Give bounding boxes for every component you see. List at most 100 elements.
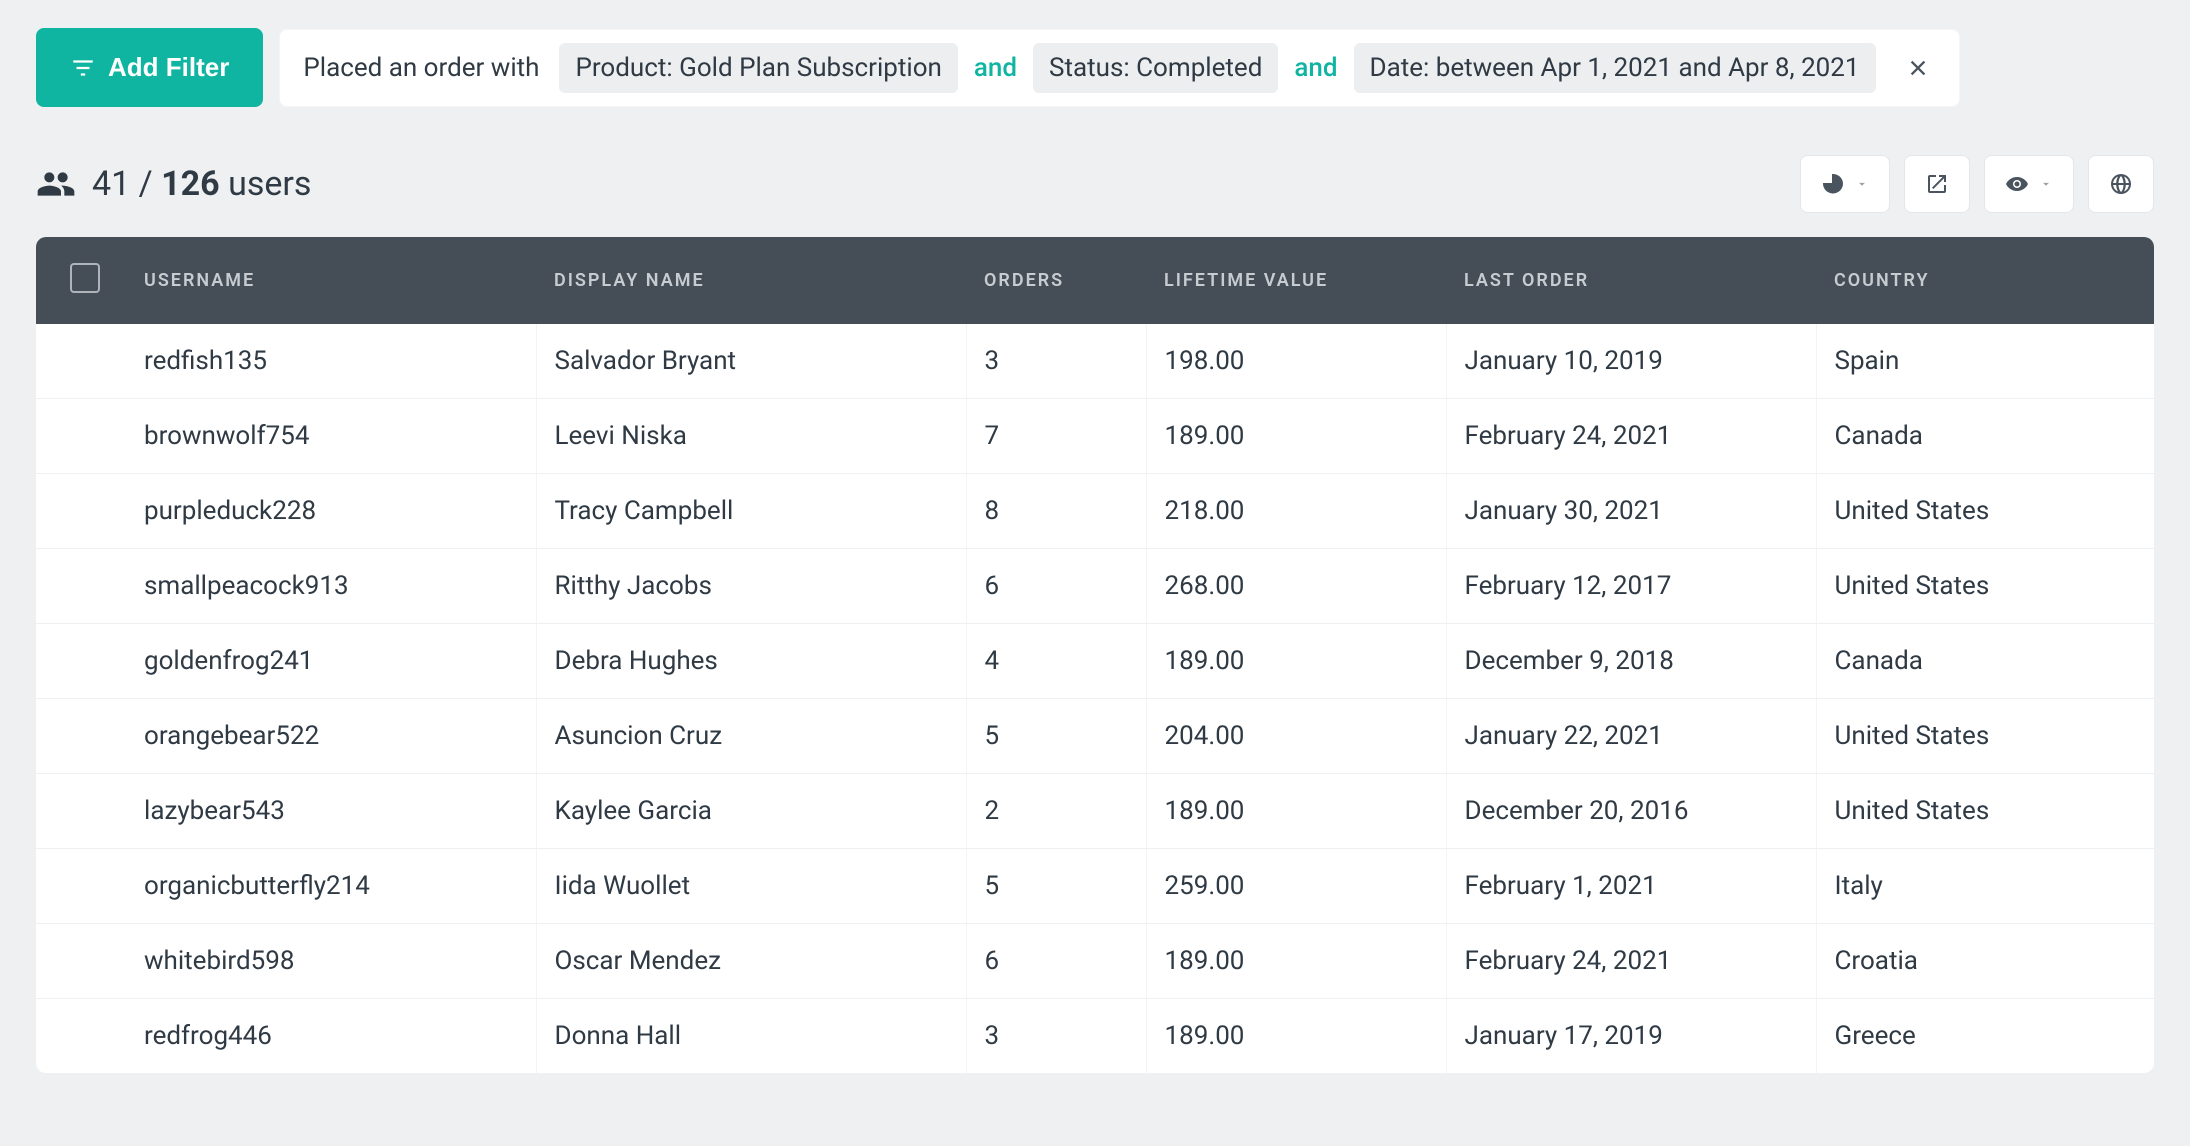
filter-joiner: and	[972, 53, 1019, 83]
cell-username[interactable]: lazybear543	[126, 774, 536, 849]
cell-country: Greece	[1816, 999, 2154, 1074]
cell-lifetime-value: 218.00	[1146, 474, 1446, 549]
cell-username[interactable]: purpleduck228	[126, 474, 536, 549]
clear-filter-button[interactable]	[1898, 48, 1938, 88]
cell-last-order: December 20, 2016	[1446, 774, 1816, 849]
header-country[interactable]: COUNTRY	[1816, 237, 2154, 324]
cell-username[interactable]: redfrog446	[126, 999, 536, 1074]
row-select-cell	[36, 699, 126, 774]
add-filter-label: Add Filter	[108, 52, 229, 83]
cell-country: Spain	[1816, 324, 2154, 399]
cell-lifetime-value: 189.00	[1146, 999, 1446, 1074]
cell-last-order: January 17, 2019	[1446, 999, 1816, 1074]
cell-orders: 6	[966, 924, 1146, 999]
cell-lifetime-value: 198.00	[1146, 324, 1446, 399]
cell-lifetime-value: 259.00	[1146, 849, 1446, 924]
cell-lifetime-value: 189.00	[1146, 399, 1446, 474]
cell-username[interactable]: goldenfrog241	[126, 624, 536, 699]
count-current: 41	[92, 164, 130, 204]
select-all-checkbox[interactable]	[70, 263, 100, 293]
select-all-header	[36, 237, 126, 324]
people-icon	[36, 164, 76, 204]
cell-display-name: Salvador Bryant	[536, 324, 966, 399]
username-text: orangebear522	[144, 721, 319, 751]
toolbar	[1800, 155, 2154, 213]
filter-chip-status[interactable]: Status: Completed	[1033, 43, 1278, 93]
cell-orders: 5	[966, 849, 1146, 924]
cell-country: Canada	[1816, 624, 2154, 699]
cell-display-name: Iida Wuollet	[536, 849, 966, 924]
table-row[interactable]: orangebear522Asuncion Cruz5204.00January…	[36, 699, 2154, 774]
cell-username[interactable]: whitebird598	[126, 924, 536, 999]
cell-last-order: February 12, 2017	[1446, 549, 1816, 624]
filter-chip-date[interactable]: Date: between Apr 1, 2021 and Apr 8, 202…	[1354, 43, 1876, 93]
cell-display-name: Donna Hall	[536, 999, 966, 1074]
filter-prefix: Placed an order with	[301, 45, 545, 91]
count-noun: users	[228, 164, 311, 204]
cell-display-name: Kaylee Garcia	[536, 774, 966, 849]
pie-chart-icon	[1821, 172, 1845, 196]
visibility-menu-button[interactable]	[1984, 155, 2074, 213]
cell-country: United States	[1816, 474, 2154, 549]
export-icon	[1925, 172, 1949, 196]
cell-display-name: Oscar Mendez	[536, 924, 966, 999]
cell-username[interactable]: brownwolf754	[126, 399, 536, 474]
chevron-down-icon	[2039, 177, 2053, 191]
cell-lifetime-value: 189.00	[1146, 624, 1446, 699]
cell-username[interactable]: smallpeacock913	[126, 549, 536, 624]
filter-icon	[70, 55, 96, 81]
cell-display-name: Asuncion Cruz	[536, 699, 966, 774]
table-row[interactable]: smallpeacock913Ritthy Jacobs6268.00Febru…	[36, 549, 2154, 624]
cell-orders: 8	[966, 474, 1146, 549]
filter-chip-product[interactable]: Product: Gold Plan Subscription	[559, 43, 957, 93]
cell-username[interactable]: orangebear522	[126, 699, 536, 774]
cell-orders: 6	[966, 549, 1146, 624]
header-username[interactable]: USERNAME	[126, 237, 536, 324]
add-filter-button[interactable]: Add Filter	[36, 28, 263, 107]
eye-icon	[2005, 172, 2029, 196]
cell-country: United States	[1816, 699, 2154, 774]
table-row[interactable]: organicbutterfly214Iida Wuollet5259.00Fe…	[36, 849, 2154, 924]
cell-last-order: January 22, 2021	[1446, 699, 1816, 774]
chevron-down-icon	[1855, 177, 1869, 191]
globe-button[interactable]	[2088, 155, 2154, 213]
header-last-order[interactable]: LAST ORDER	[1446, 237, 1816, 324]
username-text: organicbutterfly214	[144, 871, 370, 901]
header-lifetime-value[interactable]: LIFETIME VALUE	[1146, 237, 1446, 324]
cell-last-order: January 30, 2021	[1446, 474, 1816, 549]
row-select-cell	[36, 924, 126, 999]
table-row[interactable]: redfish135Salvador Bryant3198.00January …	[36, 324, 2154, 399]
cell-orders: 3	[966, 324, 1146, 399]
cell-display-name: Tracy Campbell	[536, 474, 966, 549]
row-select-cell	[36, 324, 126, 399]
summary-row: 41 / 126 users	[36, 155, 2154, 213]
active-filter-pill: Placed an order with Product: Gold Plan …	[279, 29, 1959, 107]
row-select-cell	[36, 774, 126, 849]
export-button[interactable]	[1904, 155, 1970, 213]
table-row[interactable]: whitebird598Oscar Mendez6189.00February …	[36, 924, 2154, 999]
cell-last-order: February 24, 2021	[1446, 399, 1816, 474]
cell-lifetime-value: 189.00	[1146, 924, 1446, 999]
cell-username[interactable]: organicbutterfly214	[126, 849, 536, 924]
cell-country: United States	[1816, 774, 2154, 849]
cell-lifetime-value: 204.00	[1146, 699, 1446, 774]
username-text: smallpeacock913	[144, 571, 349, 601]
chart-menu-button[interactable]	[1800, 155, 1890, 213]
table-row[interactable]: lazybear543Kaylee Garcia2189.00December …	[36, 774, 2154, 849]
cell-orders: 4	[966, 624, 1146, 699]
username-text: purpleduck228	[144, 496, 316, 526]
cell-display-name: Leevi Niska	[536, 399, 966, 474]
table-row[interactable]: purpleduck228 Tracy Campbell8218.00Januar…	[36, 474, 2154, 549]
header-display-name[interactable]: DISPLAY NAME	[536, 237, 966, 324]
cell-username[interactable]: redfish135	[126, 324, 536, 399]
cell-display-name: Debra Hughes	[536, 624, 966, 699]
filter-bar: Add Filter Placed an order with Product:…	[36, 28, 2154, 107]
header-orders[interactable]: ORDERS	[966, 237, 1146, 324]
username-text: lazybear543	[144, 796, 285, 826]
table-row[interactable]: goldenfrog241Debra Hughes4189.00December…	[36, 624, 2154, 699]
cell-last-order: February 24, 2021	[1446, 924, 1816, 999]
table-row[interactable]: brownwolf754Leevi Niska7189.00February 2…	[36, 399, 2154, 474]
table-row[interactable]: redfrog446Donna Hall3189.00January 17, 2…	[36, 999, 2154, 1074]
username-text: redfrog446	[144, 1021, 272, 1051]
row-select-cell	[36, 474, 126, 549]
